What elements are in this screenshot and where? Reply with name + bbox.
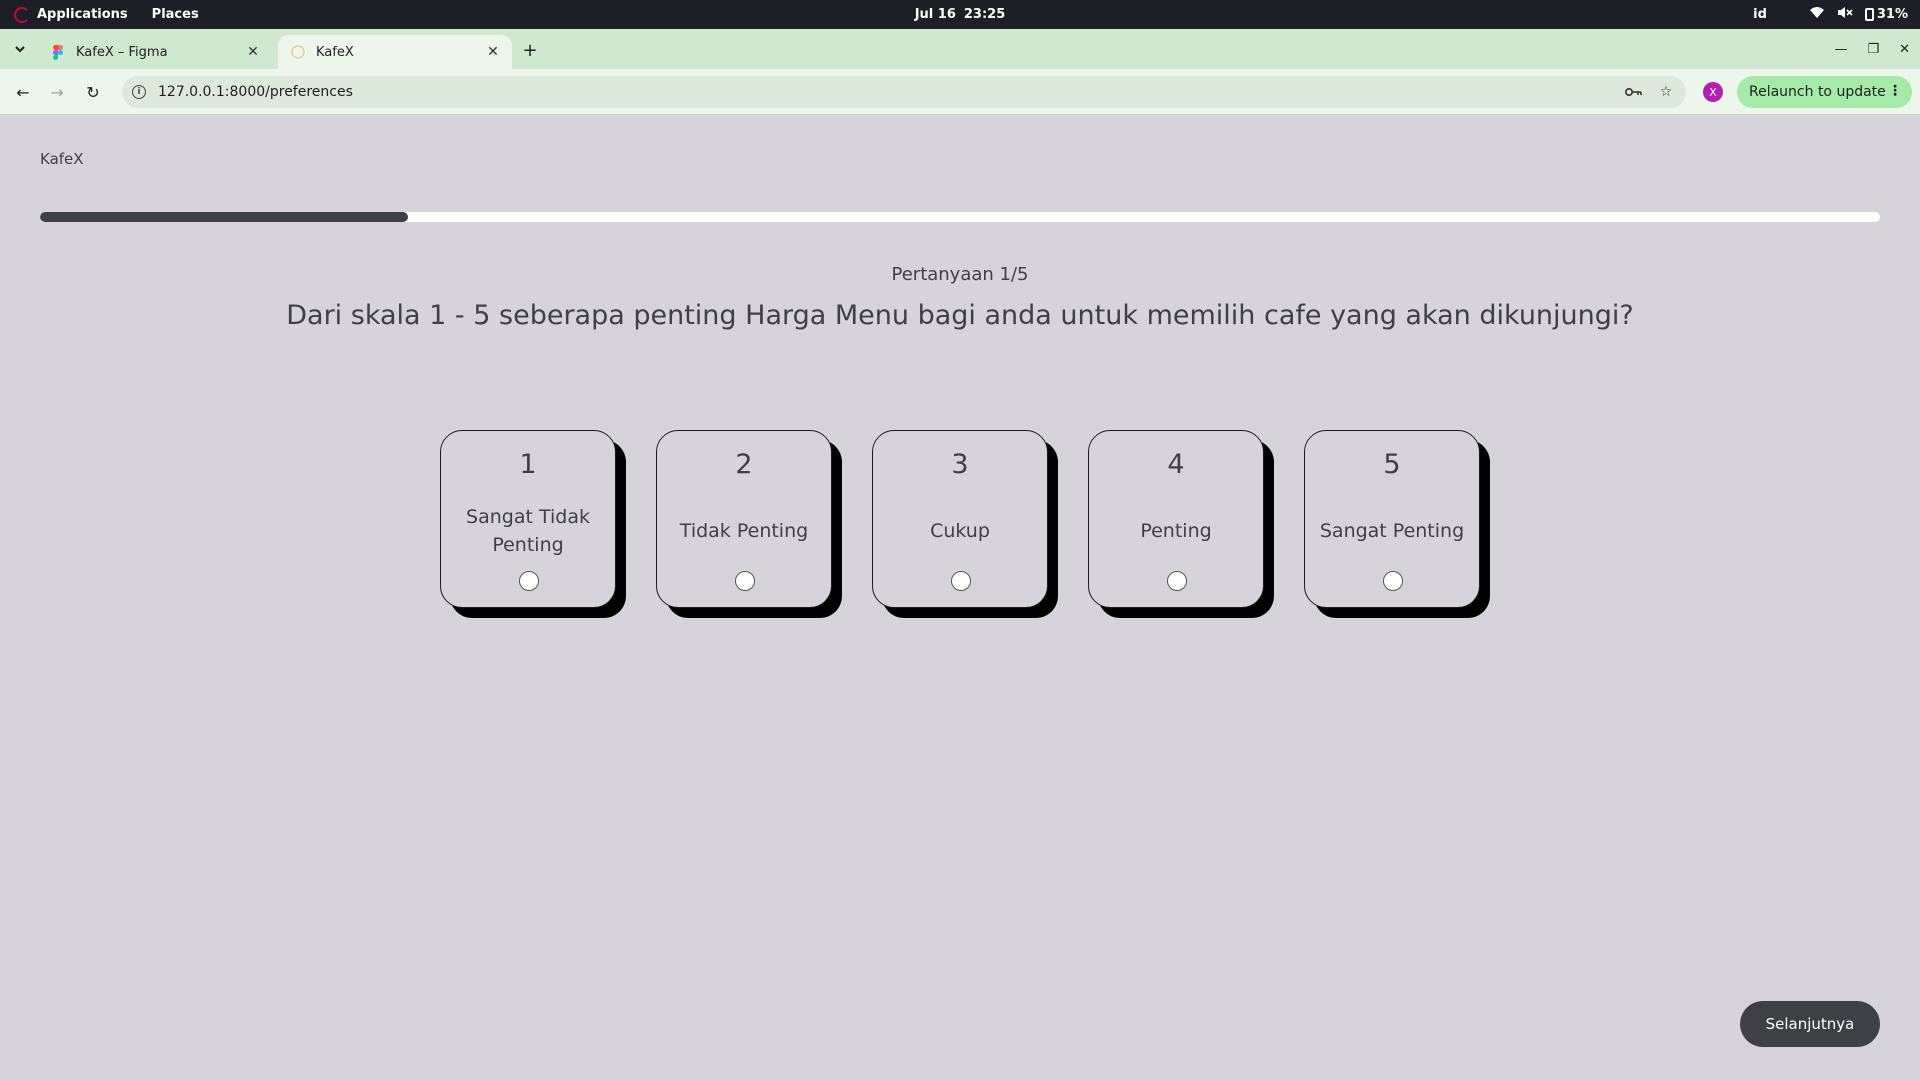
restore-icon[interactable]: ❐	[1867, 42, 1879, 57]
option-label: Tidak Penting	[679, 520, 809, 542]
relaunch-to-update-button[interactable]: Relaunch to update ⋮	[1737, 76, 1912, 108]
option-number: 3	[951, 449, 969, 480]
option-number: 4	[1167, 449, 1185, 480]
battery-icon	[1864, 8, 1874, 21]
preferences-page: KafeX Pertanyaan 1/5 Dari skala 1 - 5 se…	[0, 116, 1920, 1080]
tab-search-chevron-down-icon[interactable]	[8, 37, 32, 61]
question-counter: Pertanyaan 1/5	[891, 264, 1029, 285]
option-number: 1	[519, 449, 537, 480]
progress-fill	[40, 212, 408, 222]
option-card-4[interactable]: 4 Penting	[1088, 430, 1264, 608]
close-tab-icon[interactable]: ✕	[484, 43, 502, 61]
option-card-2[interactable]: 2 Tidak Penting	[656, 430, 832, 608]
next-button[interactable]: Selanjutnya	[1740, 1001, 1880, 1047]
address-bar[interactable]: i 127.0.0.1:8000/preferences ☆	[122, 76, 1686, 108]
bookmark-star-icon[interactable]: ☆	[1654, 80, 1678, 104]
option-radio[interactable]	[951, 571, 971, 591]
option-radio[interactable]	[735, 571, 755, 591]
wifi-icon[interactable]	[1809, 6, 1825, 23]
new-tab-plus-icon[interactable]: +	[518, 38, 542, 62]
rating-options: 1 Sangat Tidak Penting 2 Tidak Penting 3…	[440, 430, 1500, 630]
url-text[interactable]: 127.0.0.1:8000/preferences	[158, 84, 1622, 100]
option-card-5[interactable]: 5 Sangat Penting	[1304, 430, 1480, 608]
system-top-bar: Applications Places Jul 16 23:25 id 31%	[0, 0, 1920, 29]
back-arrow-icon[interactable]: ←	[10, 79, 36, 105]
battery-indicator[interactable]: 31%	[1864, 7, 1908, 22]
clock-time: 23:25	[963, 7, 1006, 22]
option-number: 5	[1383, 449, 1401, 480]
option-label: Penting	[1140, 520, 1212, 542]
close-tab-icon[interactable]: ✕	[244, 43, 262, 61]
figma-icon	[50, 44, 66, 60]
option-label: Sangat Tidak Penting	[466, 506, 590, 556]
clock[interactable]: Jul 16 23:25	[0, 0, 1920, 29]
battery-percent: 31%	[1876, 7, 1908, 22]
volume-muted-icon[interactable]	[1837, 6, 1853, 23]
option-label: Sangat Penting	[1319, 520, 1465, 542]
browser-toolbar: ← → ↻ i 127.0.0.1:8000/preferences ☆ X R…	[0, 69, 1920, 115]
minimize-icon[interactable]: —	[1834, 42, 1847, 57]
close-window-icon[interactable]: ✕	[1899, 42, 1910, 57]
password-key-icon[interactable]	[1622, 80, 1646, 104]
tab-kafex-figma[interactable]: KafeX – Figma ✕	[38, 35, 272, 69]
tab-title: KafeX – Figma	[76, 44, 168, 60]
tab-title: KafeX	[316, 44, 354, 60]
question-progress-bar	[40, 212, 1880, 222]
question-text: Dari skala 1 - 5 seberapa penting Harga …	[286, 300, 1634, 331]
tab-kafex[interactable]: KafeX ✕	[278, 35, 512, 69]
keyboard-language-indicator[interactable]: id	[1753, 7, 1767, 22]
option-label: Cukup	[930, 520, 990, 542]
option-card-3[interactable]: 3 Cukup	[872, 430, 1048, 608]
option-radio[interactable]	[1167, 571, 1187, 591]
default-favicon-icon	[290, 44, 306, 60]
more-menu-icon[interactable]: ⋮	[1888, 83, 1902, 99]
brand-logo-text: KafeX	[40, 150, 84, 168]
clock-date: Jul 16	[914, 7, 956, 22]
option-radio[interactable]	[1383, 571, 1403, 591]
option-number: 2	[735, 449, 753, 480]
option-radio[interactable]	[519, 571, 539, 591]
window-controls: — ❐ ✕	[1834, 35, 1910, 63]
browser-tab-strip: KafeX – Figma ✕ KafeX ✕ + — ❐ ✕	[0, 29, 1920, 69]
forward-arrow-icon[interactable]: →	[44, 79, 70, 105]
option-card-1[interactable]: 1 Sangat Tidak Penting	[440, 430, 616, 608]
site-info-icon[interactable]: i	[132, 85, 146, 99]
reload-icon[interactable]: ↻	[80, 79, 106, 105]
profile-avatar[interactable]: X	[1703, 82, 1723, 102]
relaunch-label: Relaunch to update	[1749, 84, 1886, 100]
